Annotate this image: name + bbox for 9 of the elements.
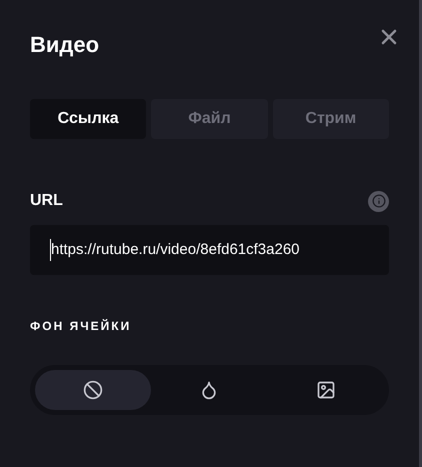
background-option[interactable] [35, 370, 152, 410]
field-label: URL [30, 191, 63, 211]
url-field[interactable]: https://rutube.ru/video/8efd61cf3a260 [30, 225, 389, 275]
dialog-title: Видео [30, 31, 100, 59]
image-icon [316, 380, 336, 400]
info-icon[interactable] [368, 190, 389, 212]
none-icon [83, 380, 104, 400]
section-label: ФОН ЯЧЕЙКИ [30, 318, 132, 335]
tab[interactable]: Ссылка [30, 99, 146, 139]
